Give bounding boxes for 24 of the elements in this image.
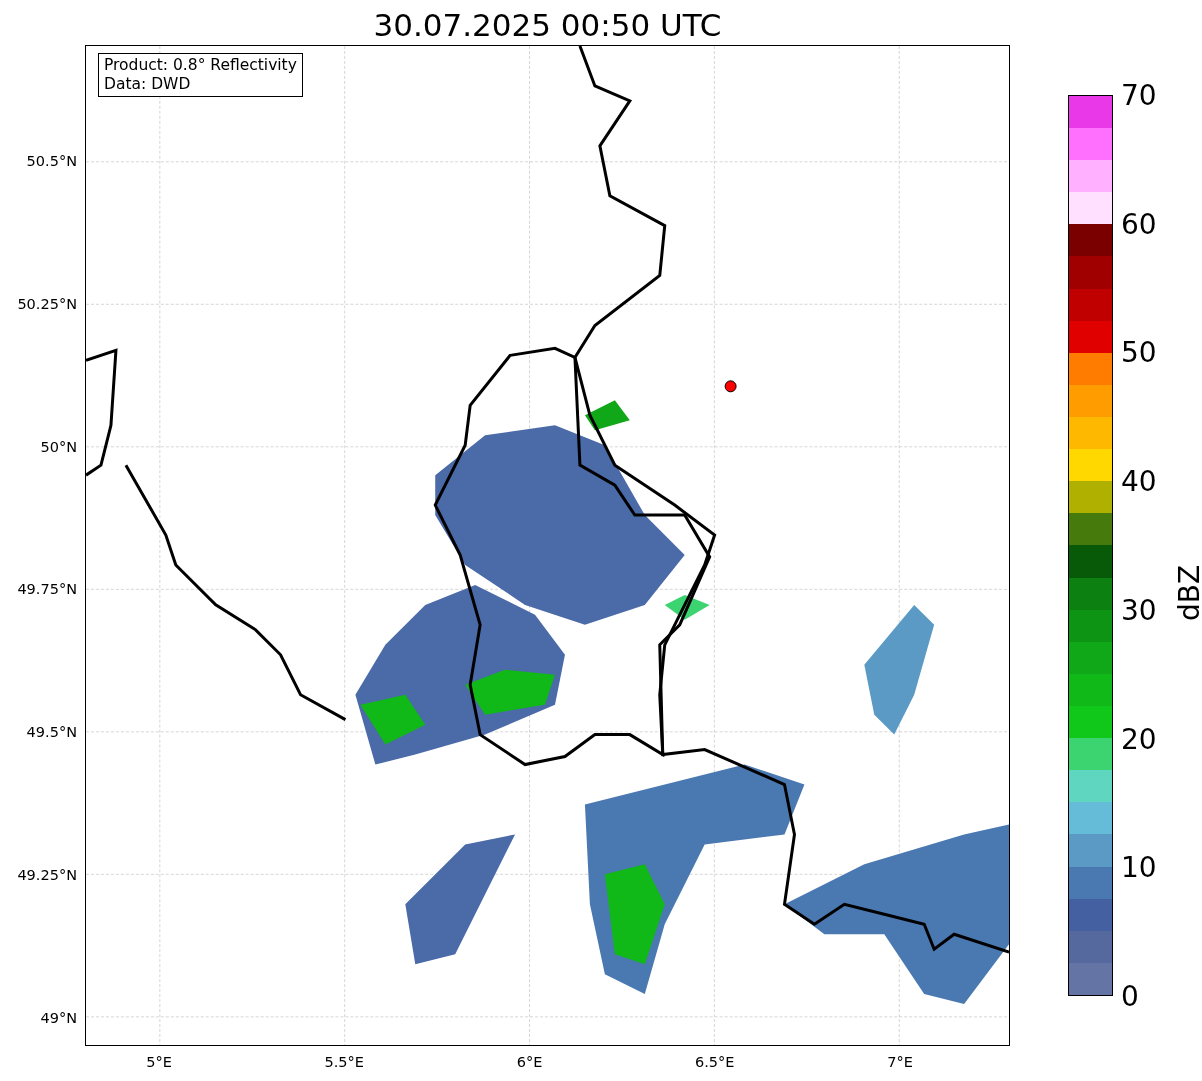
colorbar-tick-label: 10 <box>1121 850 1157 884</box>
info-text: Product: 0.8° Reflectivity <box>104 56 297 75</box>
colorbar-tick-label: 20 <box>1121 722 1157 756</box>
colorbar-tick-label: 50 <box>1121 335 1157 369</box>
longitude-tick-label: 6.5°E <box>695 1054 735 1070</box>
info-text: Data: DWD <box>104 75 192 94</box>
colorbar-tick-label: 40 <box>1121 464 1157 498</box>
colorbar-tick-label: 60 <box>1121 207 1157 241</box>
colorbar-tick-label: 30 <box>1121 593 1157 627</box>
colorbar-label: dBZ <box>1172 564 1202 622</box>
colorbar-tick-label: 0 <box>1121 979 1139 1013</box>
latitude-tick-label: 50.5°N <box>26 153 77 169</box>
longitude-tick-label: 5.5°E <box>324 1054 364 1070</box>
latitude-tick-label: 50.25°N <box>17 295 77 312</box>
longitude-tick-label: 5°E <box>146 1054 172 1070</box>
chart-title: 30.07.2025 00:50 UTC <box>373 6 722 45</box>
longitude-tick-label: 6°E <box>516 1054 543 1070</box>
latitude-tick-label: 49°N <box>40 1009 77 1026</box>
longitude-tick-label: 7°E <box>887 1054 913 1070</box>
latitude-tick-label: 49.5°N <box>26 724 77 741</box>
colorbar-tick-label: 70 <box>1121 78 1157 112</box>
latitude-tick-label: 50°N <box>40 438 77 455</box>
latitude-tick-label: 49.25°N <box>17 867 77 883</box>
latitude-tick-label: 49.75°N <box>17 581 77 598</box>
